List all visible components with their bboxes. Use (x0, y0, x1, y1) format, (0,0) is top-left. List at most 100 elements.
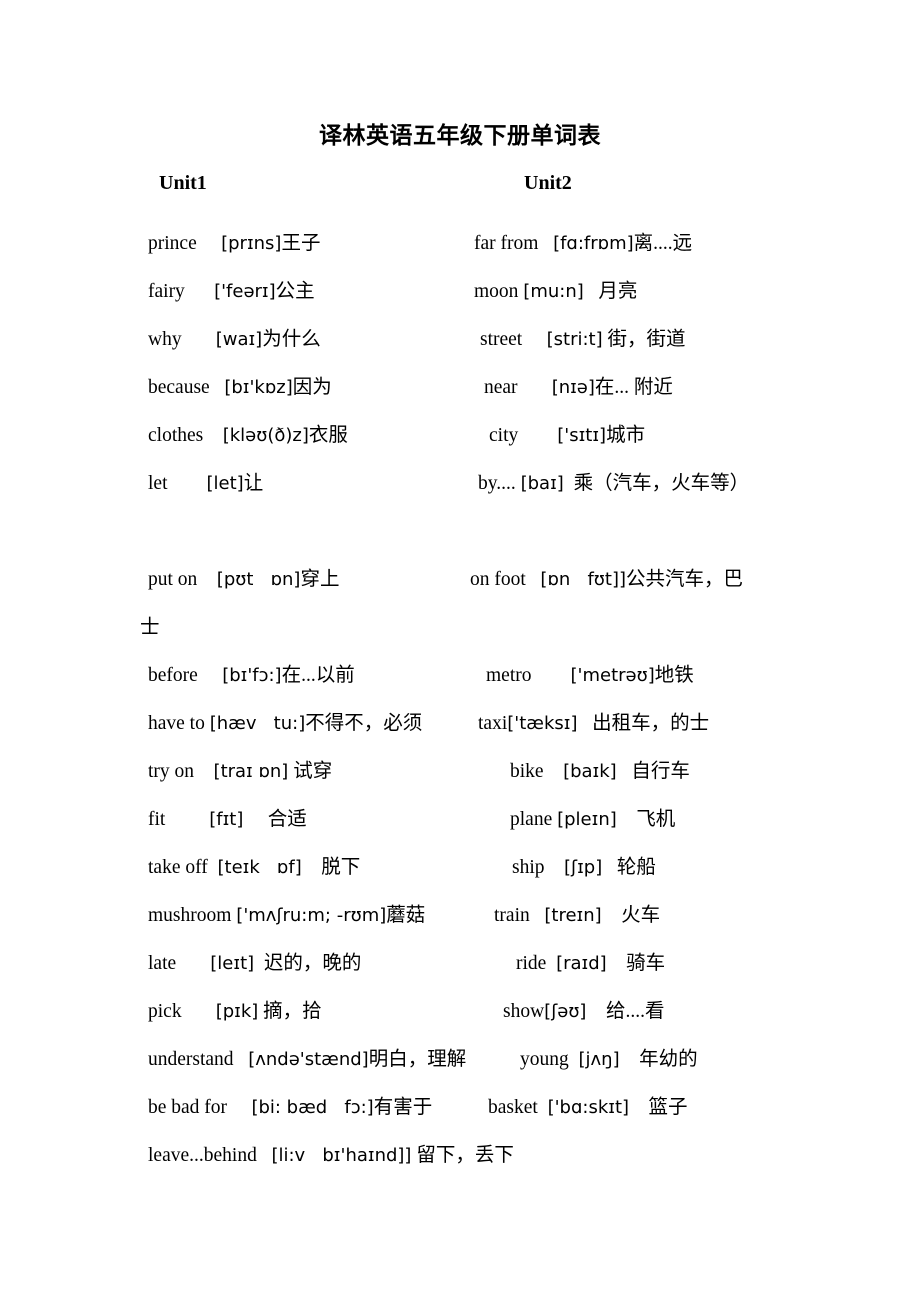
vocab-entry-right: basket ['bɑ:skɪt] 篮子 (488, 1084, 688, 1132)
translation-right: 离....远 (633, 233, 693, 254)
ipa-right: [ɒn fʊt]] (540, 569, 627, 590)
ipa-right: [pleɪn] (557, 809, 617, 830)
translation-left: 衣服 (308, 425, 348, 446)
vocab-entry-right: near [nɪə]在... 附近 (484, 364, 673, 412)
wrapped-continuation: 士 (140, 604, 160, 652)
vocab-entry-left: late [leɪt] 迟的，晚的 (148, 940, 361, 988)
translation-right: 街，街道 (607, 329, 686, 350)
word-left: pick (148, 1001, 182, 1022)
ipa-right: [mu:n] (523, 281, 584, 302)
vocab-row: leave...behind [li:v bɪ'haɪnd]] 留下，丢下 (148, 1132, 848, 1180)
page-title: 译林英语五年级下册单词表 (319, 123, 601, 148)
vocab-entry-left: why [waɪ]为什么 (148, 316, 321, 364)
translation-left: 让 (243, 473, 264, 494)
vocab-entry-right: metro ['metrəʊ]地铁 (486, 652, 694, 700)
ipa-left: [waɪ] (215, 329, 263, 350)
vocab-entry-left: understand [ʌndə'stænd]明白，理解 (148, 1036, 466, 1084)
word-right: bike (510, 761, 544, 782)
word-left: let (148, 473, 168, 494)
vocab-entry-left: be bad for [bi: bæd fɔ:]有害于 (148, 1084, 432, 1132)
word-left: mushroom (148, 905, 232, 926)
translation-left: 在...以前 (281, 665, 355, 686)
translation-right: 地铁 (654, 665, 694, 686)
translation-right: 火车 (621, 905, 661, 926)
word-right: street (480, 329, 523, 350)
vocab-row: late [leɪt] 迟的，晚的 ride [raɪd] 骑车 (148, 940, 848, 988)
word-right: on foot (470, 569, 526, 590)
word-left: why (148, 329, 182, 350)
vocab-entry-right: taxi['tæksɪ] 出租车，的士 (478, 700, 709, 748)
word-left: clothes (148, 425, 204, 446)
wrapped-continuation-text: 士 (140, 617, 160, 638)
ipa-right: [jʌŋ] (578, 1049, 620, 1070)
vocabulary-list: prince [prɪns]王子 far from [fɑ:frɒm]离....… (140, 220, 848, 1180)
word-left: fairy (148, 281, 185, 302)
word-right: moon (474, 281, 519, 302)
translation-left: 明白，理解 (368, 1049, 467, 1070)
vocab-row: pick [pɪk] 摘，拾 show[ʃəʊ] 给....看 (148, 988, 848, 1036)
ipa-left: [bɪ'kɒz] (224, 377, 293, 398)
word-right: train (494, 905, 530, 926)
ipa-left: [let] (206, 473, 244, 494)
ipa-right: ['bɑ:skɪt] (547, 1097, 630, 1118)
ipa-left: [pɪk] (215, 1001, 259, 1022)
translation-left: 蘑菇 (386, 905, 426, 926)
ipa-left: [hæv tu:] (209, 713, 306, 734)
translation-left: 摘，拾 (263, 1001, 322, 1022)
translation-right: 城市 (606, 425, 646, 446)
ipa-right: ['sɪtɪ] (557, 425, 607, 446)
vocab-entry-left: have to [hæv tu:]不得不，必须 (148, 700, 422, 748)
ipa-right: [treɪn] (544, 905, 602, 926)
translation-left: 王子 (281, 233, 321, 254)
vocab-entry-right: on foot [ɒn fʊt]]公共汽车，巴 (470, 556, 743, 604)
ipa-left: [pʊt ɒn] (216, 569, 301, 590)
word-left: have to (148, 713, 205, 734)
vocab-row: try on [traɪ ɒn] 试穿 bike [baɪk] 自行车 (148, 748, 848, 796)
ipa-right: [baɪ] (520, 473, 564, 494)
word-left: before (148, 665, 198, 686)
translation-right: 公共汽车，巴 (626, 569, 744, 590)
translation-left: 合适 (267, 809, 307, 830)
word-left: understand (148, 1049, 234, 1070)
vocab-entry-right: city ['sɪtɪ]城市 (489, 412, 645, 460)
ipa-left: [leɪt] (210, 953, 255, 974)
vocab-row: fit [fɪt] 合适 plane [pleɪn] 飞机 (148, 796, 848, 844)
vocab-entry-right: plane [pleɪn] 飞机 (510, 796, 675, 844)
translation-left: 不得不，必须 (305, 713, 423, 734)
vocab-entry-right: moon [mu:n] 月亮 (474, 268, 637, 316)
word-right: far from (474, 233, 539, 254)
vocab-entry-right: young [jʌŋ] 年幼的 (520, 1036, 698, 1084)
ipa-right: [fɑ:frɒm] (553, 233, 634, 254)
translation-right: 月亮 (598, 281, 638, 302)
vocab-entry-right: far from [fɑ:frɒm]离....远 (474, 220, 692, 268)
translation-right: 出租车，的士 (592, 713, 710, 734)
ipa-right: [raɪd] (556, 953, 607, 974)
vocab-row: because [bɪ'kɒz]因为 near [nɪə]在... 附近 (148, 364, 848, 412)
ipa-left: [traɪ ɒn] (213, 761, 289, 782)
translation-right: 轮船 (616, 857, 656, 878)
vocab-entry-right: ride [raɪd] 骑车 (516, 940, 665, 988)
vocab-row: prince [prɪns]王子 far from [fɑ:frɒm]离....… (148, 220, 848, 268)
word-right: plane (510, 809, 553, 830)
word-left: prince (148, 233, 197, 254)
translation-left: 试穿 (293, 761, 333, 782)
word-right: by.... (478, 473, 516, 494)
vocab-row: clothes [kləʊ(ð)z]衣服 city ['sɪtɪ]城市 (148, 412, 848, 460)
translation-right: 自行车 (631, 761, 690, 782)
ipa-right: [stri:t] (546, 329, 603, 350)
ipa-left: [ʌndə'stænd] (248, 1049, 369, 1070)
translation-right: 乘（汽车，火车等） (573, 473, 750, 494)
word-left: be bad for (148, 1097, 228, 1118)
word-left: because (148, 377, 210, 398)
translation-right: 骑车 (626, 953, 666, 974)
word-right: show (503, 1001, 545, 1022)
vocab-entry-left: put on [pʊt ɒn]穿上 (148, 556, 339, 604)
vocab-entry-left: try on [traɪ ɒn] 试穿 (148, 748, 332, 796)
vocab-entry-left: leave...behind [li:v bɪ'haɪnd]] 留下，丢下 (148, 1132, 514, 1180)
ipa-left: ['mʌʃru:m; -rʊm] (236, 905, 387, 926)
translation-left: 为什么 (262, 329, 321, 350)
translation-right: 飞机 (636, 809, 676, 830)
unit-heading-1: Unit1 (159, 172, 207, 194)
vocab-entry-left: pick [pɪk] 摘，拾 (148, 988, 322, 1036)
